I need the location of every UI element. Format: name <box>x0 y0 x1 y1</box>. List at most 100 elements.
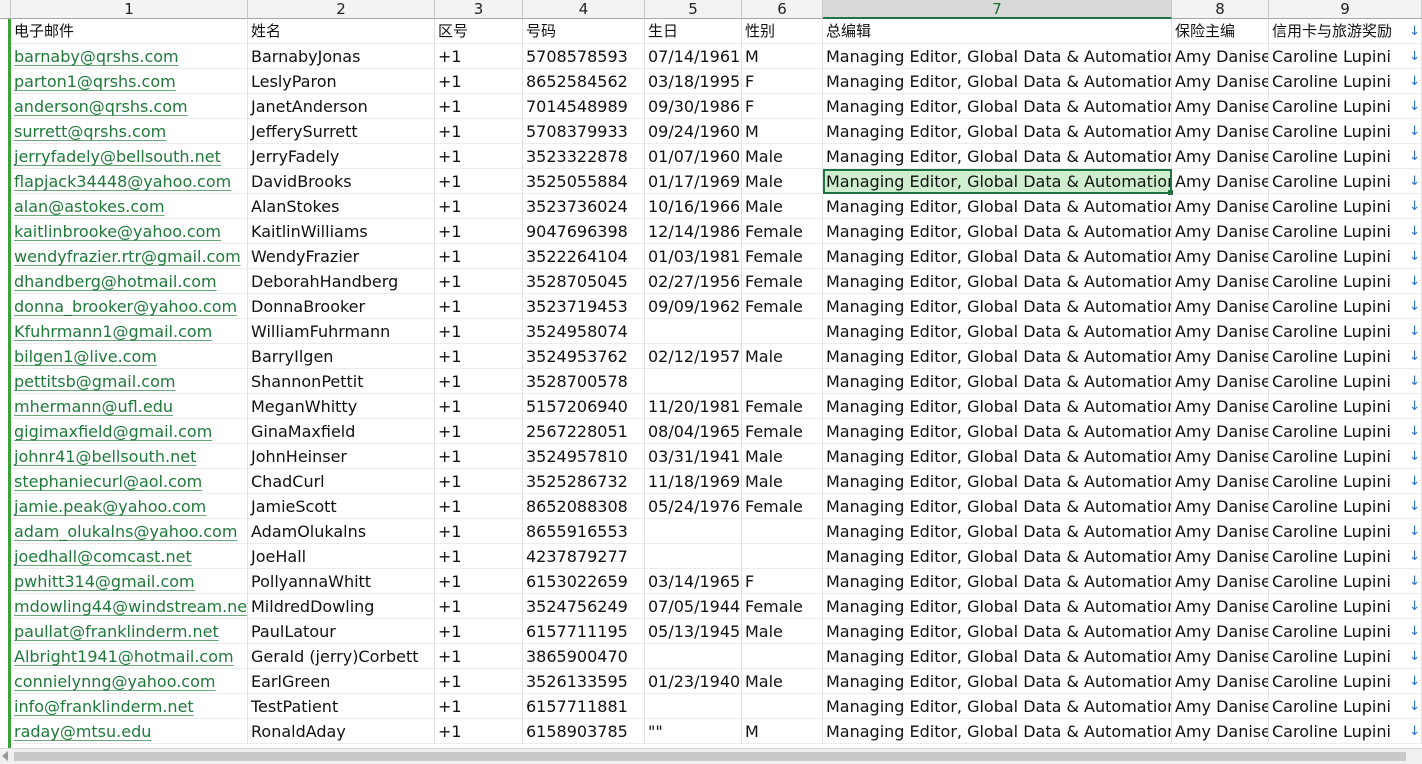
cell-col-6[interactable] <box>742 694 823 719</box>
cell-col-9[interactable]: Caroline Lupini ↓ <box>1269 369 1422 394</box>
email-link-cell-1[interactable]: Kfuhrmann1@gmail.com <box>11 319 248 344</box>
cell-col-3[interactable]: +1 <box>435 494 523 519</box>
cell-col-3[interactable]: +1 <box>435 719 523 744</box>
cell-col-6[interactable]: M <box>742 44 823 69</box>
cell-col-2[interactable]: AlanStokes <box>248 194 435 219</box>
column-header-5[interactable]: 5 <box>645 0 742 19</box>
cell-col-8[interactable]: Amy Danise <box>1172 269 1269 294</box>
cell-col-9[interactable]: Caroline Lupini ↓ <box>1269 44 1422 69</box>
cell-col-4[interactable]: 3526133595 <box>523 669 645 694</box>
cell-col-8[interactable]: Amy Danise <box>1172 294 1269 319</box>
cell-col-9[interactable]: Caroline Lupini ↓ <box>1269 294 1422 319</box>
cell-col-9[interactable]: Caroline Lupini ↓ <box>1269 469 1422 494</box>
cell-col-5[interactable] <box>645 519 742 544</box>
cell-col-3[interactable]: +1 <box>435 469 523 494</box>
cell-col-8[interactable]: Amy Danise <box>1172 369 1269 394</box>
cell-col-3[interactable]: +1 <box>435 119 523 144</box>
cell-col-6[interactable]: Female <box>742 294 823 319</box>
cell-col-6[interactable]: Male <box>742 144 823 169</box>
cell-col-6[interactable]: Male <box>742 169 823 194</box>
cell-col-3[interactable]: +1 <box>435 394 523 419</box>
email-link-cell-1[interactable]: pwhitt314@gmail.com <box>11 569 248 594</box>
email-link-cell-1[interactable]: donna_brooker@yahoo.com <box>11 294 248 319</box>
cell-col-2[interactable]: ShannonPettit <box>248 369 435 394</box>
cell-col-7[interactable]: Managing Editor, Global Data & Automatio… <box>823 619 1172 644</box>
email-link-cell-1[interactable]: jamie.peak@yahoo.com <box>11 494 248 519</box>
cell-col-3[interactable]: +1 <box>435 594 523 619</box>
cell-col-5[interactable]: 03/14/1965 <box>645 569 742 594</box>
cell-col-2[interactable]: JefferySurrett <box>248 119 435 144</box>
column-header-1[interactable]: 1 <box>11 0 248 19</box>
cell-col-3[interactable]: +1 <box>435 294 523 319</box>
cell-col-2[interactable]: WendyFrazier <box>248 244 435 269</box>
cell-col-4[interactable]: 2567228051 <box>523 419 645 444</box>
email-link-cell-1[interactable]: wendyfrazier.rtr@gmail.com <box>11 244 248 269</box>
cell-col-3[interactable]: +1 <box>435 369 523 394</box>
cell-col-7[interactable]: Managing Editor, Global Data & Automatio… <box>823 144 1172 169</box>
cell-col-7[interactable]: Managing Editor, Global Data & Automatio… <box>823 294 1172 319</box>
cell-col-5[interactable] <box>645 544 742 569</box>
cell-col-7[interactable]: Managing Editor, Global Data & Automatio… <box>823 194 1172 219</box>
column-header-4[interactable]: 4 <box>523 0 645 19</box>
email-link-cell-1[interactable]: adam_olukalns@yahoo.com <box>11 519 248 544</box>
cell-col-5[interactable]: 12/14/1986 <box>645 219 742 244</box>
cell-col-7[interactable]: Managing Editor, Global Data & Automatio… <box>823 94 1172 119</box>
cell-col-3[interactable]: +1 <box>435 94 523 119</box>
cell-col-8[interactable]: Amy Danise <box>1172 244 1269 269</box>
cell-col-5[interactable]: 11/18/1969 <box>645 469 742 494</box>
cell-col-8[interactable]: Amy Danise <box>1172 419 1269 444</box>
cell-col-6[interactable]: Male <box>742 619 823 644</box>
cell-col-8[interactable]: Amy Danise <box>1172 119 1269 144</box>
cell-col-5[interactable] <box>645 319 742 344</box>
cell-col-3[interactable]: +1 <box>435 344 523 369</box>
cell-col-4[interactable]: 8652584562 <box>523 69 645 94</box>
cell-col-4[interactable]: 7014548989 <box>523 94 645 119</box>
cell-col-9[interactable]: Caroline Lupini ↓ <box>1269 244 1422 269</box>
header-cell-5[interactable]: 生日 <box>645 19 742 44</box>
cell-col-4[interactable]: 3524958074 <box>523 319 645 344</box>
email-link-cell-1[interactable]: gigimaxfield@gmail.com <box>11 419 248 444</box>
cell-col-7[interactable]: Managing Editor, Global Data & Automatio… <box>823 344 1172 369</box>
cell-col-7[interactable]: Managing Editor, Global Data & Automatio… <box>823 444 1172 469</box>
cell-col-9[interactable]: Caroline Lupini ↓ <box>1269 719 1422 744</box>
cell-col-3[interactable]: +1 <box>435 619 523 644</box>
cell-col-6[interactable]: Female <box>742 269 823 294</box>
email-link-cell-1[interactable]: kaitlinbrooke@yahoo.com <box>11 219 248 244</box>
spreadsheet-grid[interactable]: 123456789 电子邮件 姓名 区号 号码 生日 性别 总编辑 保险主编 信用卡与旅游奖励 ↓… <box>0 0 1422 748</box>
cell-col-5[interactable]: 08/04/1965 <box>645 419 742 444</box>
cell-col-5[interactable]: 07/05/1944 <box>645 594 742 619</box>
email-link-cell-1[interactable]: raday@mtsu.edu <box>11 719 248 744</box>
cell-col-7[interactable]: Managing Editor, Global Data & Automatio… <box>823 719 1172 744</box>
cell-col-2[interactable]: BarryIlgen <box>248 344 435 369</box>
cell-col-9[interactable]: Caroline Lupini ↓ <box>1269 669 1422 694</box>
email-link-cell-1[interactable]: bilgen1@live.com <box>11 344 248 369</box>
cell-col-7[interactable]: Managing Editor, Global Data & Automatio… <box>823 644 1172 669</box>
cell-col-5[interactable]: 02/12/1957 <box>645 344 742 369</box>
email-link-cell-1[interactable]: barnaby@qrshs.com <box>11 44 248 69</box>
email-link-cell-1[interactable]: mdowling44@windstream.net <box>11 594 248 619</box>
cell-col-4[interactable]: 3523322878 <box>523 144 645 169</box>
email-link-cell-1[interactable]: connielynng@yahoo.com <box>11 669 248 694</box>
cell-col-8[interactable]: Amy Danise <box>1172 44 1269 69</box>
cell-col-4[interactable]: 3524957810 <box>523 444 645 469</box>
cell-col-4[interactable]: 3528700578 <box>523 369 645 394</box>
cell-col-9[interactable]: Caroline Lupini ↓ <box>1269 419 1422 444</box>
cell-col-7[interactable]: Managing Editor, Global Data & Automatio… <box>823 319 1172 344</box>
cell-col-4[interactable]: 6153022659 <box>523 569 645 594</box>
cell-col-9[interactable]: Caroline Lupini ↓ <box>1269 594 1422 619</box>
email-link-cell-1[interactable]: stephaniecurl@aol.com <box>11 469 248 494</box>
cell-col-7[interactable]: Managing Editor, Global Data & Automatio… <box>823 169 1172 194</box>
cell-col-6[interactable]: F <box>742 569 823 594</box>
cell-col-2[interactable]: JohnHeinser <box>248 444 435 469</box>
cell-col-5[interactable]: 09/30/1986 <box>645 94 742 119</box>
cell-col-6[interactable]: Male <box>742 194 823 219</box>
cell-col-7[interactable]: Managing Editor, Global Data & Automatio… <box>823 419 1172 444</box>
email-link-cell-1[interactable]: dhandberg@hotmail.com <box>11 269 248 294</box>
cell-col-5[interactable]: 01/07/1960 <box>645 144 742 169</box>
email-link-cell-1[interactable]: Albright1941@hotmail.com <box>11 644 248 669</box>
cell-col-9[interactable]: Caroline Lupini ↓ <box>1269 494 1422 519</box>
cell-col-8[interactable]: Amy Danise <box>1172 569 1269 594</box>
cell-col-6[interactable]: Female <box>742 244 823 269</box>
cell-col-2[interactable]: AdamOlukalns <box>248 519 435 544</box>
cell-col-8[interactable]: Amy Danise <box>1172 94 1269 119</box>
